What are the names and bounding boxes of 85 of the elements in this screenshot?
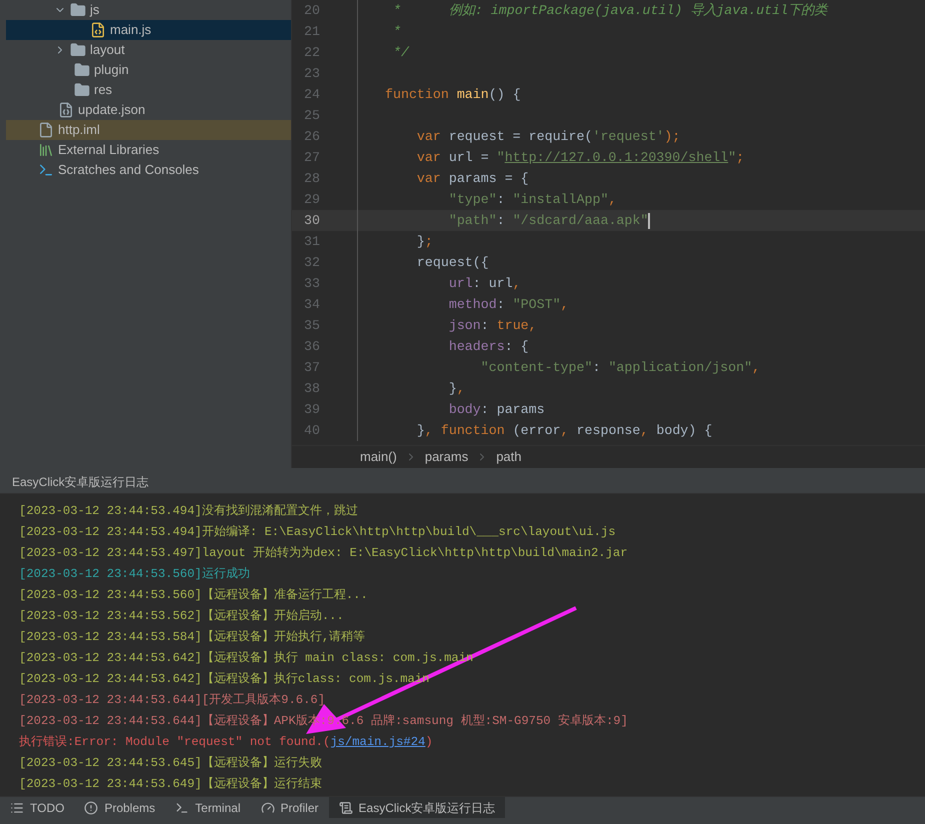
folder-icon bbox=[74, 62, 90, 78]
code-line: "path": "/sdcard/aaa.apk" bbox=[448, 212, 648, 230]
tree-item[interactable]: http.iml bbox=[6, 120, 291, 140]
log-line: [2023-03-12 23:44:53.645]【远程设备】运行失败 bbox=[19, 755, 323, 772]
folder-icon bbox=[70, 42, 86, 58]
console-icon bbox=[38, 162, 54, 178]
code-line: json: true, bbox=[448, 316, 537, 335]
log-line: [2023-03-12 23:44:53.644][开发工具版本9.6.6] bbox=[19, 692, 326, 710]
line-number: 31 bbox=[303, 232, 320, 251]
line-number: 37 bbox=[303, 358, 320, 377]
log-line: [2023-03-12 23:44:53.494]开始编译: E:\EasyClick\http\http\build\___src\layout\ui.js bbox=[19, 524, 617, 542]
line-number: 30 bbox=[303, 212, 320, 230]
libraries-icon bbox=[38, 142, 54, 158]
tool-tab[interactable]: Terminal bbox=[165, 797, 250, 818]
line-number: 25 bbox=[303, 106, 320, 125]
tree-item[interactable]: plugin bbox=[6, 60, 291, 80]
line-number: 39 bbox=[303, 400, 320, 419]
line-number: 33 bbox=[303, 274, 320, 293]
tree-item[interactable]: js bbox=[6, 0, 291, 20]
folder-icon bbox=[74, 82, 90, 98]
line-number: 23 bbox=[303, 64, 320, 83]
code-line: }; bbox=[416, 232, 433, 251]
breadcrumb-item[interactable]: main() bbox=[360, 447, 397, 467]
log-line: [2023-03-12 23:44:53.560]运行成功 bbox=[19, 566, 251, 584]
alert-icon bbox=[84, 800, 98, 814]
line-number: 24 bbox=[303, 86, 320, 104]
text-cursor bbox=[648, 212, 650, 228]
line-number: 20 bbox=[303, 2, 320, 20]
log-line: 执行错误:Error: Module "request" not found.(js/main.js#24) bbox=[19, 732, 925, 753]
line-number: 26 bbox=[303, 128, 320, 146]
tree-item[interactable]: main.js bbox=[6, 20, 291, 40]
gauge-icon bbox=[260, 800, 274, 814]
log-line: [2023-03-12 23:44:53.584]【远程设备】开始执行,请稍等 bbox=[19, 629, 366, 646]
code-line: "type": "installApp", bbox=[448, 190, 616, 209]
line-number: 34 bbox=[303, 296, 320, 314]
js-file-icon bbox=[90, 22, 106, 38]
line-number: 36 bbox=[303, 338, 320, 356]
code-line: }, function (error, response, body) { bbox=[416, 422, 712, 440]
log-line: [2023-03-12 23:44:53.494]没有找到混淆配置文件，跳过 bbox=[19, 503, 359, 520]
code-line: * bbox=[392, 22, 401, 41]
code-line: */ bbox=[392, 44, 409, 62]
line-number: 32 bbox=[303, 254, 320, 272]
code-line: function main() { bbox=[385, 86, 521, 104]
code-line: headers: { bbox=[448, 338, 529, 356]
tree-item[interactable]: res bbox=[6, 80, 291, 100]
line-number: 27 bbox=[303, 148, 320, 167]
code-line: var request = require('request'); bbox=[416, 128, 680, 146]
log-icon bbox=[338, 800, 353, 814]
tree-item[interactable]: layout bbox=[6, 40, 291, 60]
log-line: [2023-03-12 23:44:53.497]layout 开始转为为dex: E:\EasyClick\http\http\build\main2.jar bbox=[19, 545, 629, 562]
tool-tab[interactable]: Profiler bbox=[250, 797, 329, 818]
line-number: 29 bbox=[303, 190, 320, 209]
panel-title: EasyClick安卓版运行日志 bbox=[12, 474, 149, 490]
breadcrumb-item[interactable]: path bbox=[496, 447, 522, 467]
line-number: 21 bbox=[303, 22, 320, 41]
code-line: var params = { bbox=[416, 170, 529, 188]
code-line: * 例如: importPackage(java.util) 导入java.util下的类 bbox=[392, 2, 828, 20]
log-line: [2023-03-12 23:44:53.562]【远程设备】开始启动... bbox=[19, 608, 345, 626]
code-line: request({ bbox=[416, 254, 489, 272]
terminal-icon bbox=[175, 800, 190, 814]
line-number: 22 bbox=[303, 44, 320, 62]
json-file-icon bbox=[58, 102, 74, 118]
tree-item[interactable]: update.json bbox=[6, 100, 291, 120]
source-link[interactable]: js/main.js#24 bbox=[330, 733, 426, 752]
tree-item[interactable]: Scratches and Consoles bbox=[6, 160, 291, 180]
line-number: 38 bbox=[303, 380, 320, 398]
code-line: url: url, bbox=[448, 274, 521, 293]
line-number: 28 bbox=[303, 170, 320, 188]
code-line: body: params bbox=[448, 400, 545, 419]
log-line: [2023-03-12 23:44:53.560]【远程设备】准备运行工程... bbox=[19, 587, 369, 604]
breadcrumb-item[interactable]: params bbox=[424, 447, 468, 467]
code-line: method: "POST", bbox=[448, 296, 569, 314]
tool-tab[interactable]: EasyClick安卓版运行日志 bbox=[328, 797, 506, 818]
tool-tab[interactable]: TODO bbox=[0, 797, 74, 818]
tree-item[interactable]: External Libraries bbox=[6, 140, 291, 160]
code-line: "content-type": "application/json", bbox=[480, 358, 760, 377]
line-number: 40 bbox=[303, 422, 320, 440]
line-number: 35 bbox=[303, 316, 320, 335]
folder-icon bbox=[70, 2, 86, 18]
list-icon bbox=[10, 800, 24, 814]
file-icon bbox=[38, 122, 54, 138]
code-line: var url = "http://127.0.0.1:20390/shell"; bbox=[416, 148, 744, 167]
log-line: [2023-03-12 23:44:53.649]【远程设备】运行结束 bbox=[19, 776, 323, 794]
tool-tab[interactable]: Problems bbox=[74, 797, 166, 818]
code-line: }, bbox=[448, 380, 465, 398]
